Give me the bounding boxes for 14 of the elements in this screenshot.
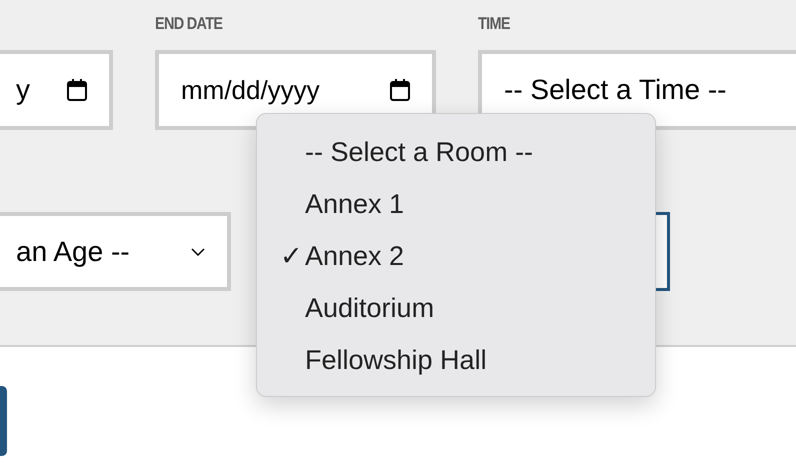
button[interactable]	[0, 386, 7, 456]
field-label: END DATE	[155, 14, 224, 35]
date-field[interactable]: y	[0, 50, 113, 130]
menu-option[interactable]: Fellowship Hall	[257, 334, 655, 386]
field-label: TIME	[478, 14, 511, 35]
menu-option[interactable]: ✓Annex 2	[257, 230, 655, 282]
calendar-icon[interactable]	[390, 79, 410, 101]
age-select[interactable]: an Age --	[0, 212, 231, 291]
menu-option[interactable]: Annex 1	[257, 178, 655, 230]
check-mark: ✓	[279, 240, 304, 272]
chevron-icon	[191, 248, 205, 256]
date-input[interactable]: mm/dd/yyyy	[181, 74, 341, 106]
calendar-icon[interactable]	[67, 79, 87, 101]
menu-option[interactable]: Auditorium	[257, 282, 655, 334]
